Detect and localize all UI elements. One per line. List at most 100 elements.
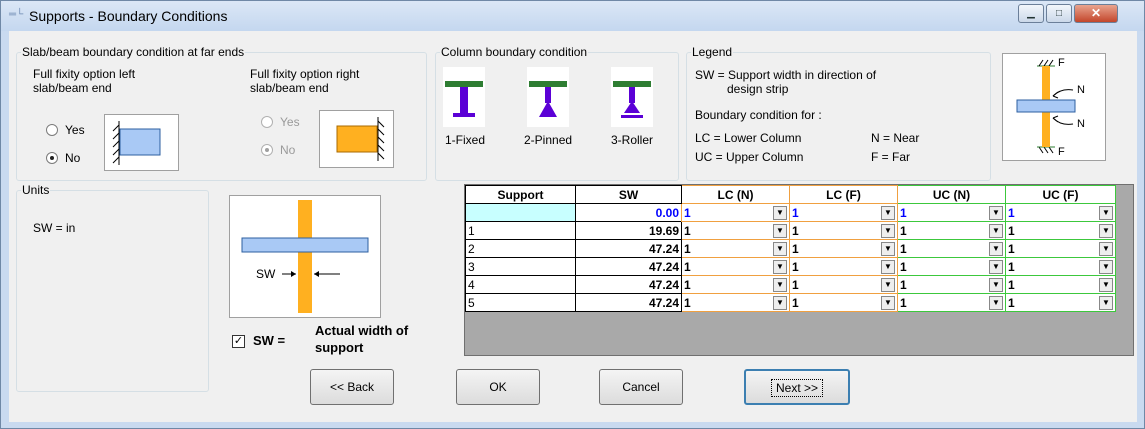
ok-button[interactable]: OK bbox=[456, 369, 540, 405]
uc-f-cell[interactable]: 1 ▼ bbox=[1005, 275, 1116, 294]
dropdown-arrow-icon[interactable]: ▼ bbox=[773, 241, 787, 256]
support-cell[interactable]: 4 bbox=[465, 275, 576, 294]
lc-f-cell[interactable]: 1 ▼ bbox=[789, 221, 898, 240]
dropdown-arrow-icon[interactable]: ▼ bbox=[1099, 223, 1113, 238]
uc-f-cell[interactable]: 1 ▼ bbox=[1005, 257, 1116, 276]
support-cell[interactable]: 3 bbox=[465, 257, 576, 276]
dropdown-arrow-icon[interactable]: ▼ bbox=[881, 259, 895, 274]
uc-n-cell[interactable]: 1 ▼ bbox=[897, 203, 1006, 222]
dropdown-arrow-icon[interactable]: ▼ bbox=[773, 205, 787, 220]
sw-actual-width-checkbox[interactable]: ✓ bbox=[232, 335, 245, 348]
table-row[interactable]: 0.00 1 ▼ 1 ▼ 1 ▼ 1 ▼ bbox=[465, 203, 1116, 222]
lc-f-cell[interactable]: 1 ▼ bbox=[789, 239, 898, 258]
lc-f-cell[interactable]: 1 ▼ bbox=[789, 257, 898, 276]
uc-n-cell[interactable]: 1 ▼ bbox=[897, 293, 1006, 312]
left-fixity-yes-label[interactable]: Yes bbox=[65, 123, 85, 137]
sw-cell[interactable]: 47.24 bbox=[575, 293, 682, 312]
uc-f-cell[interactable]: 1 ▼ bbox=[1005, 203, 1116, 222]
dropdown-arrow-icon[interactable]: ▼ bbox=[773, 259, 787, 274]
left-fixity-yes-radio[interactable] bbox=[46, 124, 58, 136]
sw-checkbox-prefix[interactable]: SW = bbox=[253, 334, 285, 348]
left-fixity-label-1: Full fixity option left bbox=[33, 67, 136, 81]
dropdown-arrow-icon[interactable]: ▼ bbox=[773, 277, 787, 292]
cell-value: 1 bbox=[684, 295, 691, 310]
dropdown-arrow-icon[interactable]: ▼ bbox=[1099, 241, 1113, 256]
lc-n-cell[interactable]: 1 ▼ bbox=[681, 293, 790, 312]
pinned-support-icon[interactable] bbox=[527, 67, 569, 127]
dropdown-arrow-icon[interactable]: ▼ bbox=[881, 277, 895, 292]
dropdown-arrow-icon[interactable]: ▼ bbox=[773, 223, 787, 238]
dropdown-arrow-icon[interactable]: ▼ bbox=[881, 241, 895, 256]
next-button-label[interactable]: Next >> bbox=[770, 379, 824, 397]
dropdown-arrow-icon[interactable]: ▼ bbox=[1099, 259, 1113, 274]
dropdown-arrow-icon[interactable]: ▼ bbox=[1099, 205, 1113, 220]
sw-cell[interactable]: 47.24 bbox=[575, 275, 682, 294]
lc-f-cell[interactable]: 1 ▼ bbox=[789, 293, 898, 312]
support-cell[interactable] bbox=[465, 203, 576, 222]
dropdown-arrow-icon[interactable]: ▼ bbox=[989, 223, 1003, 238]
left-fixity-no-label[interactable]: No bbox=[65, 151, 80, 165]
uc-n-cell[interactable]: 1 ▼ bbox=[897, 221, 1006, 240]
pinned-support-label[interactable]: 2-Pinned bbox=[524, 133, 572, 147]
minimize-button[interactable]: ▁ bbox=[1018, 4, 1044, 23]
left-fixity-no-radio[interactable] bbox=[46, 152, 58, 164]
uc-n-cell[interactable]: 1 ▼ bbox=[897, 239, 1006, 258]
right-fixity-yes-radio[interactable] bbox=[261, 116, 273, 128]
lc-n-cell[interactable]: 1 ▼ bbox=[681, 257, 790, 276]
dropdown-arrow-icon[interactable]: ▼ bbox=[881, 205, 895, 220]
roller-support-label[interactable]: 3-Roller bbox=[611, 133, 653, 147]
support-cell[interactable]: 5 bbox=[465, 293, 576, 312]
lc-n-cell[interactable]: 1 ▼ bbox=[681, 239, 790, 258]
uc-n-cell[interactable]: 1 ▼ bbox=[897, 275, 1006, 294]
lc-n-cell[interactable]: 1 ▼ bbox=[681, 221, 790, 240]
dropdown-arrow-icon[interactable]: ▼ bbox=[989, 241, 1003, 256]
cell-value: 1 bbox=[792, 295, 799, 310]
uc-n-cell[interactable]: 1 ▼ bbox=[897, 257, 1006, 276]
maximize-button[interactable]: □ bbox=[1046, 4, 1072, 23]
sw-cell[interactable]: 47.24 bbox=[575, 257, 682, 276]
cell-value: 1 bbox=[684, 241, 691, 256]
lc-f-cell[interactable]: 1 ▼ bbox=[789, 275, 898, 294]
table-row[interactable]: 4 47.24 1 ▼ 1 ▼ 1 ▼ 1 ▼ bbox=[465, 275, 1116, 294]
back-button[interactable]: << Back bbox=[310, 369, 394, 405]
sw-checkbox-line1[interactable]: Actual width of bbox=[315, 324, 408, 338]
close-button[interactable]: ✕ bbox=[1074, 4, 1118, 23]
next-button[interactable]: Next >> bbox=[744, 369, 850, 405]
table-row[interactable]: 3 47.24 1 ▼ 1 ▼ 1 ▼ 1 ▼ bbox=[465, 257, 1116, 276]
dropdown-arrow-icon[interactable]: ▼ bbox=[773, 295, 787, 310]
dropdown-arrow-icon[interactable]: ▼ bbox=[1099, 277, 1113, 292]
cancel-button[interactable]: Cancel bbox=[599, 369, 683, 405]
dropdown-arrow-icon[interactable]: ▼ bbox=[1099, 295, 1113, 310]
uc-f-cell[interactable]: 1 ▼ bbox=[1005, 293, 1116, 312]
right-fixity-yes-label[interactable]: Yes bbox=[280, 115, 300, 129]
title-bar[interactable]: ═└ Supports - Boundary Conditions ▁ □ ✕ bbox=[1, 1, 1144, 31]
uc-f-cell[interactable]: 1 ▼ bbox=[1005, 221, 1116, 240]
dropdown-arrow-icon[interactable]: ▼ bbox=[989, 295, 1003, 310]
left-fixity-diagram bbox=[104, 114, 179, 171]
support-table: Support SW LC (N) LC (F) UC (N) UC (F) 0… bbox=[465, 185, 1116, 312]
lc-f-cell[interactable]: 1 ▼ bbox=[789, 203, 898, 222]
sw-checkbox-line2[interactable]: support bbox=[315, 341, 363, 355]
right-fixity-no-label[interactable]: No bbox=[280, 143, 295, 157]
sw-cell[interactable]: 47.24 bbox=[575, 239, 682, 258]
fixed-support-label[interactable]: 1-Fixed bbox=[445, 133, 485, 147]
dropdown-arrow-icon[interactable]: ▼ bbox=[989, 277, 1003, 292]
table-row[interactable]: 2 47.24 1 ▼ 1 ▼ 1 ▼ 1 ▼ bbox=[465, 239, 1116, 258]
support-cell[interactable]: 2 bbox=[465, 239, 576, 258]
lc-n-cell[interactable]: 1 ▼ bbox=[681, 275, 790, 294]
dropdown-arrow-icon[interactable]: ▼ bbox=[881, 223, 895, 238]
lc-n-cell[interactable]: 1 ▼ bbox=[681, 203, 790, 222]
dropdown-arrow-icon[interactable]: ▼ bbox=[989, 259, 1003, 274]
right-fixity-no-radio[interactable] bbox=[261, 144, 273, 156]
roller-support-icon[interactable] bbox=[611, 67, 653, 127]
sw-cell[interactable]: 19.69 bbox=[575, 221, 682, 240]
fixed-support-icon[interactable] bbox=[443, 67, 485, 127]
support-cell[interactable]: 1 bbox=[465, 221, 576, 240]
table-row[interactable]: 5 47.24 1 ▼ 1 ▼ 1 ▼ 1 ▼ bbox=[465, 293, 1116, 312]
table-row[interactable]: 1 19.69 1 ▼ 1 ▼ 1 ▼ 1 ▼ bbox=[465, 221, 1116, 240]
uc-f-cell[interactable]: 1 ▼ bbox=[1005, 239, 1116, 258]
dropdown-arrow-icon[interactable]: ▼ bbox=[989, 205, 1003, 220]
dropdown-arrow-icon[interactable]: ▼ bbox=[881, 295, 895, 310]
sw-cell[interactable]: 0.00 bbox=[575, 203, 682, 222]
maximize-icon: □ bbox=[1055, 8, 1063, 19]
